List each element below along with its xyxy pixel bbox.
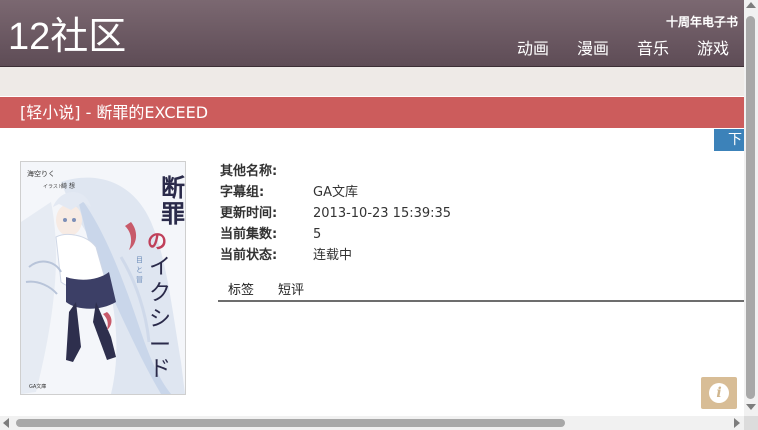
info-icon: i bbox=[709, 383, 729, 403]
main-nav: 动画 漫画 音乐 游戏 bbox=[489, 38, 729, 60]
nav-item-anime[interactable]: 动画 bbox=[517, 38, 549, 60]
svg-text:の: の bbox=[147, 229, 167, 253]
page-title: [轻小说] - 断罪的EXCEED bbox=[20, 103, 209, 122]
info-label: 当前集数: bbox=[220, 227, 278, 242]
scroll-left-arrow-icon[interactable] bbox=[3, 418, 9, 428]
svg-text:イ: イ bbox=[149, 255, 171, 280]
info-value: 2013-10-23 15:39:35 bbox=[313, 206, 452, 221]
tab-tags[interactable]: 标签 bbox=[228, 281, 254, 301]
site-header: 12社区 十周年电子书 动画 漫画 音乐 游戏 bbox=[0, 0, 744, 67]
svg-text:ク: ク bbox=[149, 281, 171, 306]
scroll-down-arrow-icon[interactable] bbox=[746, 404, 756, 410]
tab-reviews[interactable]: 短评 bbox=[278, 281, 304, 301]
detail-tabs: 标签 短评 bbox=[218, 281, 744, 302]
nav-item-music[interactable]: 音乐 bbox=[637, 38, 669, 60]
nav-item-games[interactable]: 游戏 bbox=[697, 38, 729, 60]
svg-text:GA文庫: GA文庫 bbox=[29, 383, 46, 390]
scroll-right-arrow-icon[interactable] bbox=[734, 418, 740, 428]
info-button[interactable]: i bbox=[701, 377, 737, 409]
svg-text:綺 想: 綺 想 bbox=[61, 182, 75, 190]
vertical-scrollbar[interactable] bbox=[744, 0, 758, 416]
svg-text:海空りく: 海空りく bbox=[27, 169, 55, 178]
vertical-scroll-thumb[interactable] bbox=[746, 16, 755, 399]
svg-text:断: 断 bbox=[161, 173, 185, 202]
scrollbar-corner bbox=[744, 416, 758, 430]
book-cover-image: 断 罪 の イ ク シ ー ド 目 と 冒 海空りく イラスト 綺 想 GA文庫 bbox=[20, 161, 186, 395]
info-label: 其他名称: bbox=[220, 164, 278, 179]
horizontal-scroll-thumb[interactable] bbox=[16, 419, 565, 427]
nav-item-manga[interactable]: 漫画 bbox=[577, 38, 609, 60]
svg-text:罪: 罪 bbox=[161, 199, 185, 228]
horizontal-scrollbar[interactable] bbox=[0, 416, 744, 430]
info-value: GA文库 bbox=[313, 185, 358, 200]
svg-text:イラスト: イラスト bbox=[43, 184, 63, 190]
svg-text:ー: ー bbox=[149, 333, 171, 358]
svg-text:ド: ド bbox=[149, 357, 171, 382]
svg-text:シ: シ bbox=[149, 307, 171, 332]
info-label: 更新时间: bbox=[220, 206, 278, 221]
info-value: 连载中 bbox=[313, 248, 353, 263]
download-button[interactable]: 下 bbox=[714, 129, 744, 151]
info-label: 字幕组: bbox=[220, 185, 265, 200]
title-bar: [轻小说] - 断罪的EXCEED bbox=[0, 97, 744, 128]
svg-text:と: と bbox=[136, 266, 143, 274]
svg-text:冒: 冒 bbox=[136, 276, 143, 284]
promo-link-ebook[interactable]: 十周年电子书 bbox=[666, 13, 738, 30]
site-logo[interactable]: 12社区 bbox=[8, 14, 126, 60]
subheader-band bbox=[0, 67, 744, 96]
svg-text:目: 目 bbox=[136, 256, 143, 264]
info-label: 当前状态: bbox=[220, 248, 278, 263]
info-value: 5 bbox=[313, 227, 322, 242]
scroll-up-arrow-icon[interactable] bbox=[746, 2, 756, 8]
